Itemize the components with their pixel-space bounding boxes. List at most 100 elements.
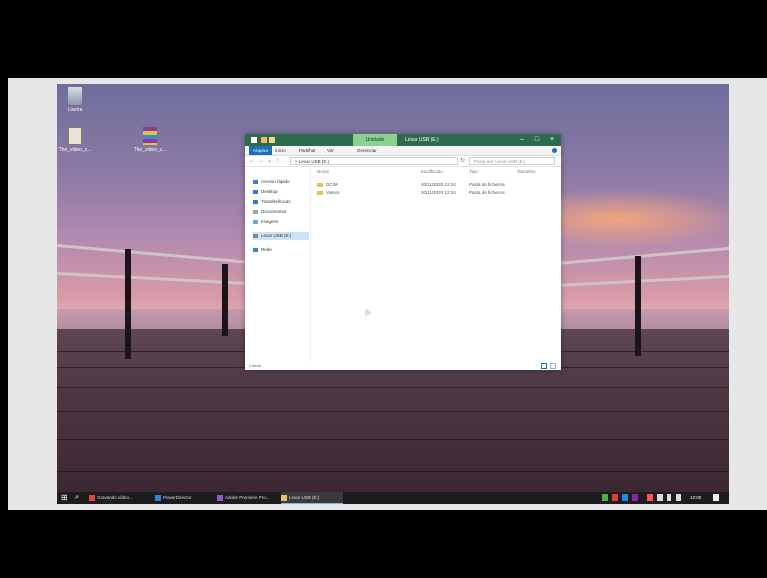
recycle-bin-icon (68, 87, 82, 105)
file-name: DCIM (326, 182, 338, 187)
clock[interactable]: 12:00 (690, 492, 701, 504)
maximize-button[interactable]: □ (530, 134, 544, 146)
folder-icon (317, 182, 323, 187)
up-arrow-icon[interactable]: ↑ (276, 156, 279, 166)
desktop-icon-label: The_video_c... (133, 147, 167, 153)
column-header-modified[interactable]: Modificado (421, 168, 443, 176)
pictures-icon (253, 219, 258, 224)
tab-file[interactable]: Arquivo (249, 146, 273, 155)
wallpaper-rail-left-lower (57, 272, 247, 285)
tray-app-icon[interactable] (632, 494, 638, 501)
nav-item-usb-drive[interactable]: Lexar USB (E:) (253, 232, 309, 240)
file-modified: 20/11/2020 12:24 (421, 182, 456, 187)
address-bar-row: ← → ⌄ ↑ > Lexar USB (E:) ↻ Pesquisar Lex… (245, 156, 561, 167)
ribbon-context-tab[interactable]: Unidade (353, 134, 397, 146)
explorer-app-icon (281, 494, 287, 501)
desktop-icon-label: Lixeira (67, 107, 83, 113)
taskbar-app-label: PowerDirector (163, 495, 192, 500)
desktop-icon (253, 189, 258, 194)
status-bar: 2 itens (245, 362, 561, 370)
recent-chevron-icon[interactable]: ⌄ (267, 156, 272, 166)
notifications-icon[interactable] (713, 494, 719, 501)
column-header-name[interactable]: Nome (317, 168, 329, 176)
file-modified: 20/11/2020 12:24 (421, 190, 456, 195)
large-icons-view-icon[interactable] (550, 363, 556, 369)
tab-home[interactable]: Início (275, 146, 286, 155)
back-arrow-icon[interactable]: ← (249, 156, 255, 166)
nav-item-downloads[interactable]: Transferências (253, 198, 309, 206)
column-header-size[interactable]: Tamanho (517, 168, 536, 176)
taskbar-app-recorder[interactable]: Gravando vídeo... (89, 492, 151, 504)
archive-file-icon (143, 127, 157, 145)
tray-alert-icon[interactable] (647, 494, 653, 501)
item-count: 2 itens (249, 363, 261, 368)
download-icon (253, 199, 258, 204)
file-row[interactable]: Videos 20/11/2020 12:24 Pasta de ficheir… (313, 189, 559, 196)
battery-icon[interactable] (657, 494, 663, 501)
tray-app-icon[interactable] (602, 494, 608, 501)
nav-item-documents[interactable]: Documentos (253, 208, 309, 216)
save-icon[interactable] (261, 137, 267, 143)
taskbar-app-premiere[interactable]: Adobe Premiere Pro... (217, 492, 277, 504)
desktop-icon-video-file[interactable]: The_video_c... (55, 127, 95, 153)
nav-item-network[interactable]: Rede (253, 246, 309, 254)
forward-arrow-icon[interactable]: → (258, 156, 264, 166)
wallpaper-rail-right-lower (556, 274, 729, 287)
tab-view[interactable]: Ver (327, 146, 334, 155)
video-file-icon (68, 127, 82, 145)
nav-item-label: Desktop (261, 189, 278, 194)
file-row[interactable]: DCIM 20/11/2020 12:24 Pasta de ficheiros (313, 181, 559, 188)
nav-item-pictures[interactable]: Imagens (253, 218, 309, 226)
minimize-button[interactable]: – (515, 134, 529, 146)
window-titlebar[interactable]: Unidade Lexar USB (E:) – □ × (245, 134, 561, 146)
taskbar-app-explorer[interactable]: Lexar USB (E:) (281, 492, 343, 504)
new-folder-icon[interactable] (269, 137, 275, 143)
close-button[interactable]: × (545, 134, 559, 146)
search-input[interactable]: Pesquisar Lexar USB (E:) (469, 157, 555, 165)
drive-icon (253, 233, 258, 238)
desktop-icon-recycle-bin[interactable]: Lixeira (55, 87, 95, 113)
tray-app-icon[interactable] (612, 494, 618, 501)
ribbon-tabs: Arquivo Início Partilhar Ver Gerenciar (245, 146, 561, 156)
file-name: Videos (326, 190, 340, 195)
file-list: Nome Modificado Tipo Tamanho DCIM 20/11/… (313, 168, 559, 362)
taskbar-app-label: Adobe Premiere Pro... (225, 495, 270, 500)
nav-item-label: Transferências (261, 199, 291, 204)
network-icon (253, 247, 258, 252)
windows-start-icon[interactable]: ⊞ (61, 494, 69, 502)
desktop-icon-archive-file[interactable]: The_video_c... (130, 127, 170, 153)
nav-item-label: Documentos (261, 209, 287, 214)
video-letterbox-bottom (0, 510, 767, 578)
wallpaper-post (635, 256, 641, 356)
nav-item-desktop[interactable]: Desktop (253, 188, 309, 196)
tab-manage[interactable]: Gerenciar (357, 146, 377, 155)
file-explorer-window: Unidade Lexar USB (E:) – □ × Arquivo Iní… (245, 134, 561, 370)
tray-app-icon[interactable] (622, 494, 628, 501)
details-view-icon[interactable] (541, 363, 547, 369)
desktop-icon-label: The_video_c... (58, 147, 92, 153)
address-bar[interactable]: > Lexar USB (E:) (290, 157, 458, 165)
nav-item-quick-access[interactable]: Acesso rápido (253, 178, 309, 186)
nav-item-label: Lexar USB (E:) (261, 233, 292, 238)
wallpaper-rail-left (57, 244, 247, 264)
taskbar-app-label: Gravando vídeo... (97, 495, 133, 500)
network-tray-icon[interactable] (667, 494, 671, 501)
wallpaper-post (125, 249, 131, 359)
documents-icon (253, 209, 258, 214)
folder-icon (317, 190, 323, 195)
taskbar-app-powerdirector[interactable]: PowerDirector (155, 492, 213, 504)
star-icon (253, 179, 258, 184)
search-icon[interactable]: ⌕ (75, 493, 83, 503)
refresh-icon[interactable]: ↻ (460, 156, 465, 166)
video-letterbox-top (0, 0, 767, 78)
powerdirector-app-icon (155, 494, 161, 501)
taskbar-app-label: Lexar USB (E:) (289, 495, 320, 500)
nav-item-label: Rede (261, 247, 272, 252)
tab-share[interactable]: Partilhar (299, 146, 316, 155)
taskbar: ⊞ ⌕ Gravando vídeo... PowerDirector Adob… (57, 492, 729, 504)
volume-icon[interactable] (676, 494, 681, 501)
file-type: Pasta de ficheiros (469, 182, 505, 187)
premiere-app-icon (217, 494, 223, 501)
help-icon[interactable] (552, 148, 557, 153)
column-header-type[interactable]: Tipo (469, 168, 478, 176)
